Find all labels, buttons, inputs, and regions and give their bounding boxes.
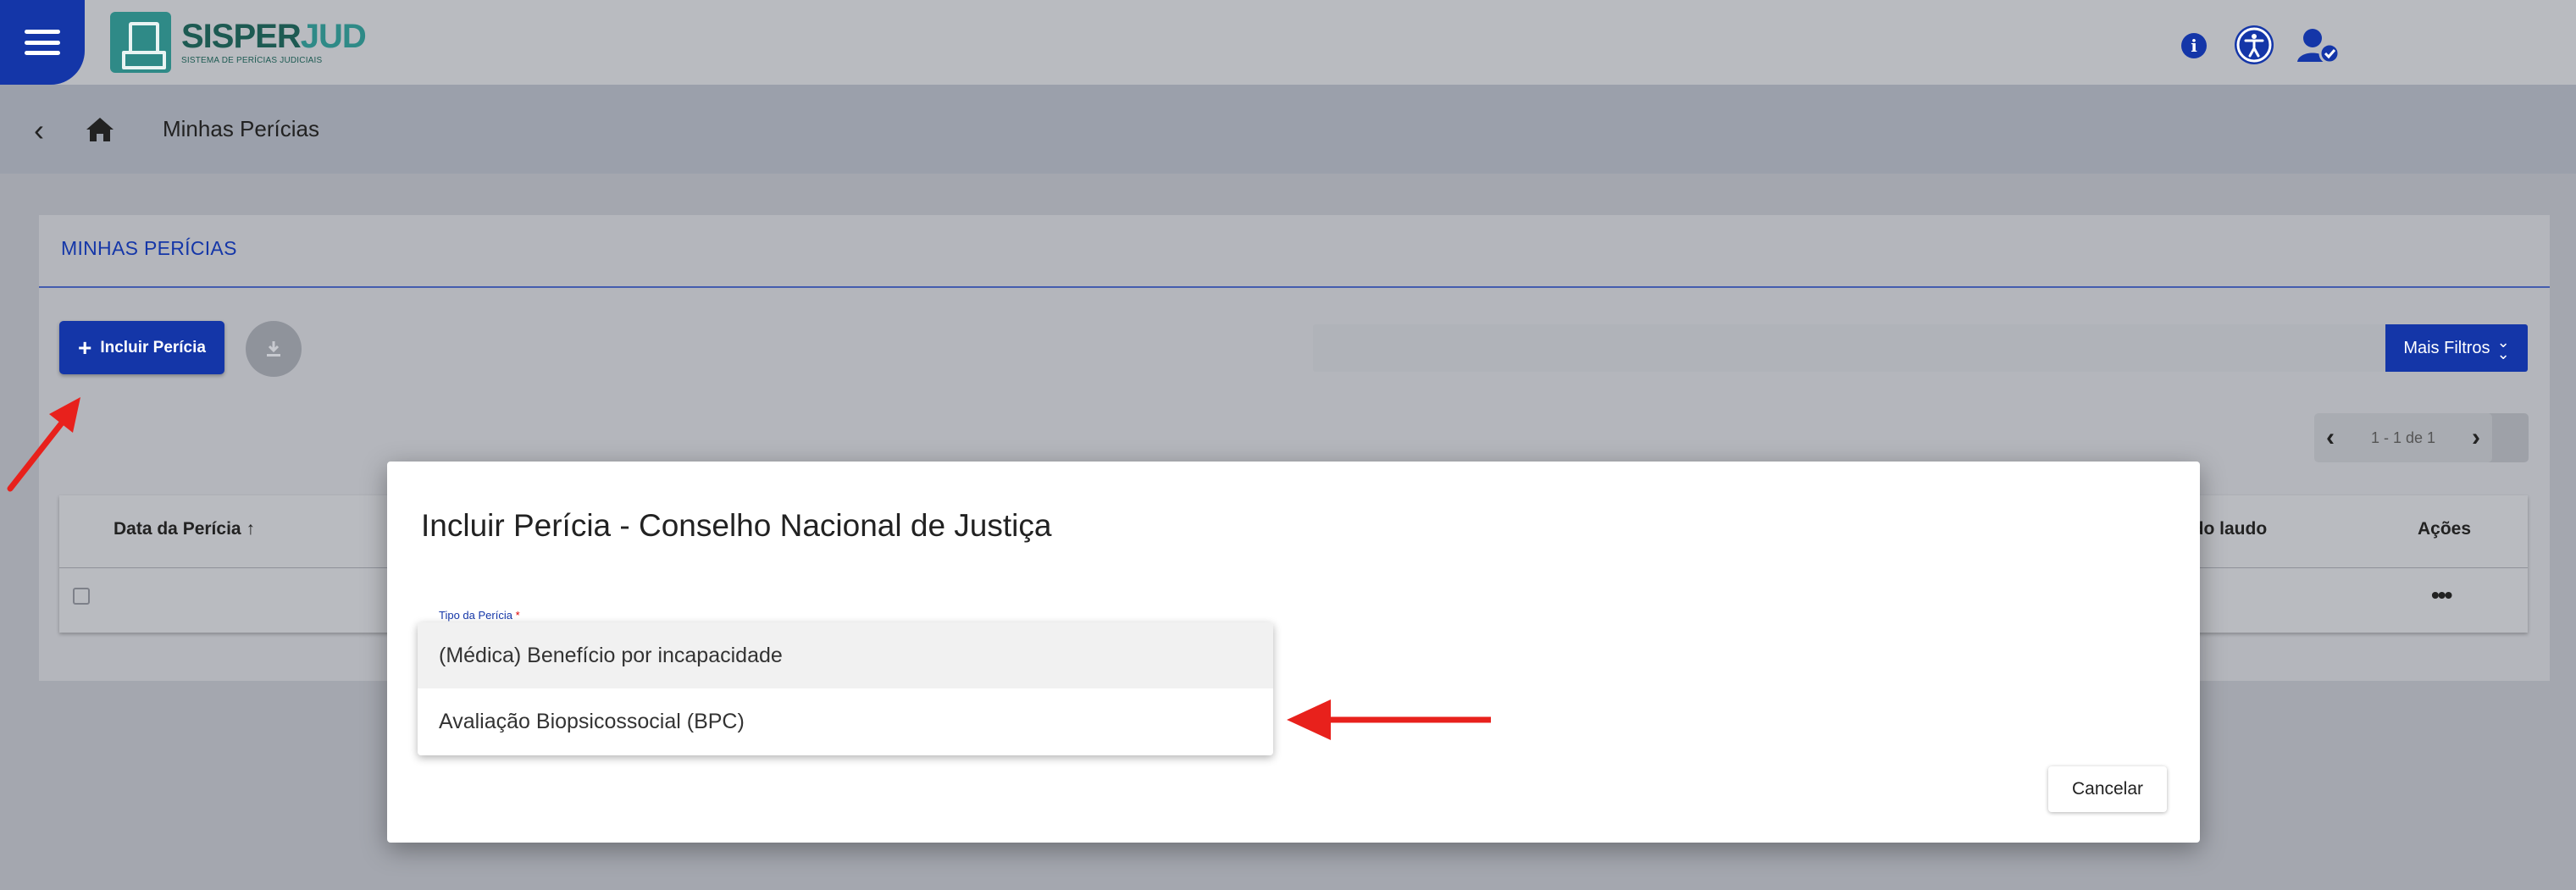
section-title: MINHAS PERÍCIAS <box>61 237 237 259</box>
search-input[interactable] <box>1313 324 2386 372</box>
tipo-pericia-label: Tipo da Perícia * <box>439 609 520 622</box>
double-chevron-down-icon: ⌄ ⌄ <box>2496 334 2510 362</box>
dropdown-option[interactable]: Avaliação Biopsicossocial (BPC) <box>418 688 1273 755</box>
download-icon <box>267 341 280 357</box>
more-actions-icon[interactable]: ••• <box>2431 583 2452 607</box>
more-filters-label: Mais Filtros <box>2403 338 2490 357</box>
divider <box>39 286 2550 288</box>
menu-icon <box>25 30 60 55</box>
prev-page-icon[interactable]: ‹ <box>2326 423 2335 452</box>
logo-name: SISPERJUD <box>181 18 367 55</box>
tipo-pericia-dropdown[interactable]: (Médica) Benefício por incapacidade Aval… <box>418 622 1273 755</box>
logo-subtitle: SISTEMA DE PERÍCIAS JUDICIAIS <box>181 56 323 65</box>
add-pericia-label: Incluir Perícia <box>100 338 206 357</box>
page-title: Minhas Perícias <box>163 116 319 141</box>
menu-button[interactable] <box>0 0 85 85</box>
column-header-date[interactable]: Data da Perícia ↑ <box>114 519 255 539</box>
user-account-icon[interactable] <box>2296 23 2341 65</box>
plus-icon: + <box>78 334 92 361</box>
more-filters-button[interactable]: Mais Filtros ⌄ ⌄ <box>2385 324 2528 372</box>
annotation-arrow-icon <box>7 397 80 492</box>
home-icon[interactable] <box>85 116 115 147</box>
info-icon[interactable]: i <box>2181 33 2207 58</box>
next-page-icon[interactable]: › <box>2472 423 2480 452</box>
sort-up-icon: ↑ <box>246 519 255 539</box>
pagination: ‹ 1 - 1 de 1 › <box>2314 413 2492 462</box>
breadcrumb <box>0 85 2576 174</box>
accessibility-icon[interactable] <box>2235 25 2274 64</box>
pagination-text: 1 - 1 de 1 <box>2370 428 2436 446</box>
row-checkbox[interactable] <box>73 588 90 605</box>
back-icon[interactable]: ‹ <box>34 115 44 146</box>
download-button[interactable] <box>246 321 302 377</box>
cancel-button[interactable]: Cancelar <box>2048 766 2167 812</box>
logo-icon <box>110 12 171 73</box>
dialog-title: Incluir Perícia - Conselho Nacional de J… <box>421 508 1052 543</box>
app-logo[interactable]: SISPERJUD SISTEMA DE PERÍCIAS JUDICIAIS <box>110 10 367 75</box>
annotation-arrow-icon <box>1287 699 1491 740</box>
column-header-actions: Ações <box>2418 519 2472 539</box>
dropdown-option[interactable]: (Médica) Benefício por incapacidade <box>418 622 1273 688</box>
add-pericia-button[interactable]: + Incluir Perícia <box>59 321 224 374</box>
